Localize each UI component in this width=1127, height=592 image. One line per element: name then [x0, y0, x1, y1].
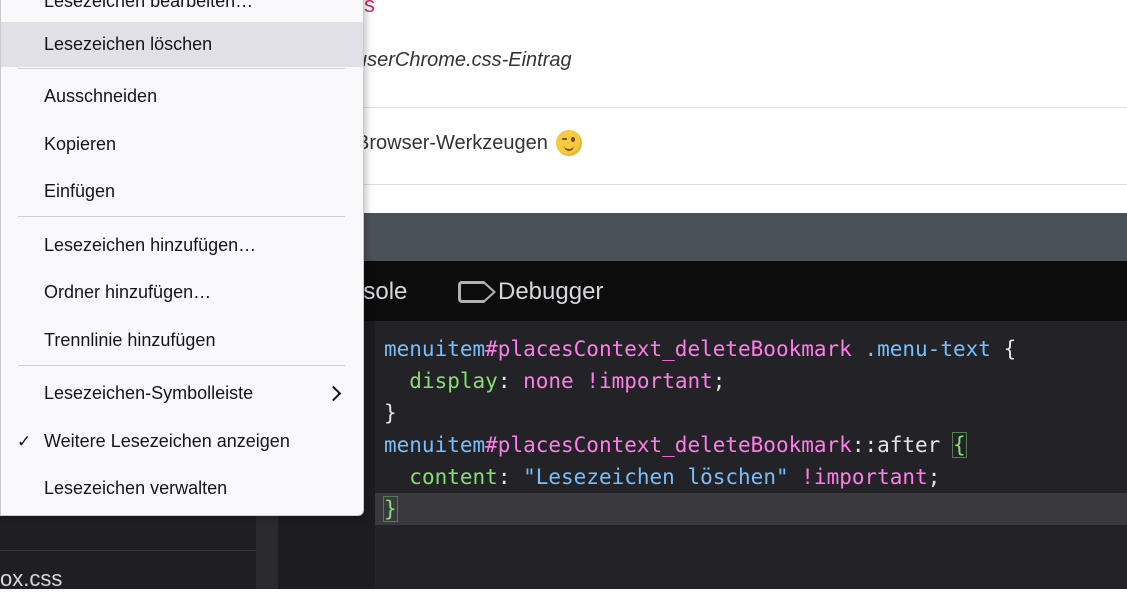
menu-item-add-folder[interactable]: Ordner hinzufügen…	[1, 270, 363, 315]
forum-divider	[356, 184, 1127, 185]
menu-item-show-other-bookmarks[interactable]: ✓ Weitere Lesezeichen anzeigen	[1, 419, 363, 464]
code-token: ::after	[851, 433, 941, 457]
code-token: none	[523, 369, 574, 393]
menu-item-label: Lesezeichen verwalten	[44, 478, 228, 498]
menu-item-manage-bookmarks[interactable]: Lesezeichen verwalten	[1, 466, 363, 511]
menu-item-label: Ausschneiden	[44, 86, 158, 106]
menu-item-cut[interactable]: Ausschneiden	[1, 74, 363, 119]
code-token: content	[409, 465, 498, 489]
menu-separator	[18, 216, 345, 217]
forum-wink-text: Browser-Werkzeugen	[356, 131, 548, 154]
tab-debugger-label: Debugger	[498, 278, 604, 305]
forum-divider	[356, 107, 1127, 108]
menu-separator	[18, 68, 345, 69]
debugger-icon	[458, 281, 496, 303]
css-editor[interactable]: menuitem#placesContext_deleteBookmark .m…	[375, 333, 1127, 525]
code-token: !important	[586, 369, 713, 393]
code-token: #placesContext_deleteBookmark	[485, 433, 852, 457]
code-line[interactable]: menuitem#placesContext_deleteBookmark::a…	[375, 429, 1127, 461]
code-token: .menu-text	[864, 337, 991, 361]
file-list-divider	[0, 550, 256, 551]
menu-item-paste[interactable]: Einfügen	[1, 169, 363, 214]
menu-item-add-separator[interactable]: Trennlinie hinzufügen	[1, 318, 363, 363]
checkmark-icon: ✓	[17, 431, 32, 451]
bookmark-context-menu: Lesezeichen bearbeiten… Lesezeichen lösc…	[0, 0, 364, 516]
menu-item-bookmarks-toolbar[interactable]: Lesezeichen-Symbolleiste	[1, 371, 363, 416]
tab-debugger[interactable]: Debugger	[458, 278, 603, 306]
forum-italic-line: userChrome.css-Eintrag	[356, 49, 572, 71]
code-token: #placesContext_deleteBookmark	[485, 337, 852, 361]
chevron-right-icon	[325, 385, 342, 402]
file-list-item[interactable]: ox.css	[0, 566, 62, 592]
menu-item-label: Kopieren	[44, 134, 117, 154]
menu-item-copy[interactable]: Kopieren	[1, 122, 363, 167]
wink-emoji-icon	[555, 130, 582, 156]
menu-item-label: Ordner hinzufügen…	[44, 282, 212, 302]
menu-item-label: Lesezeichen-Symbolleiste	[44, 383, 254, 403]
code-token: }	[383, 496, 398, 522]
code-token: ;	[927, 465, 941, 489]
code-line[interactable]: content: "Lesezeichen löschen" !importan…	[375, 461, 1127, 493]
forum-heading-fragment: s	[364, 0, 375, 17]
code-token: menuitem	[384, 433, 486, 457]
code-token: "Lesezeichen löschen"	[523, 465, 789, 489]
forum-wink-line: Browser-Werkzeugen	[356, 130, 582, 156]
menu-item-edit-bookmark[interactable]: Lesezeichen bearbeiten…	[1, 0, 363, 24]
code-line[interactable]: menuitem#placesContext_deleteBookmark .m…	[375, 333, 1127, 365]
code-token: display	[409, 369, 498, 393]
code-token: {	[952, 432, 967, 458]
menu-item-delete-bookmark[interactable]: Lesezeichen löschen	[1, 22, 363, 67]
code-token: :	[497, 369, 524, 393]
menu-item-label: Einfügen	[44, 181, 116, 201]
code-token: {	[1003, 337, 1017, 361]
code-token: ;	[712, 369, 726, 393]
code-line[interactable]: }	[375, 397, 1127, 429]
code-token: menuitem	[384, 337, 486, 361]
code-token: }	[384, 401, 397, 425]
menu-item-add-bookmark[interactable]: Lesezeichen hinzufügen…	[1, 223, 363, 268]
code-token: :	[497, 465, 524, 489]
code-line[interactable]: display: none !important;	[375, 365, 1127, 397]
menu-item-label: Weitere Lesezeichen anzeigen	[44, 431, 290, 451]
menu-item-label: Trennlinie hinzufügen	[44, 330, 216, 350]
menu-item-label: Lesezeichen bearbeiten…	[44, 0, 254, 11]
menu-item-label: Lesezeichen hinzufügen…	[44, 235, 257, 255]
menu-separator	[18, 365, 345, 366]
code-token: !important	[801, 465, 928, 489]
code-line[interactable]: }	[375, 493, 1127, 525]
menu-item-label: Lesezeichen löschen	[44, 34, 213, 54]
